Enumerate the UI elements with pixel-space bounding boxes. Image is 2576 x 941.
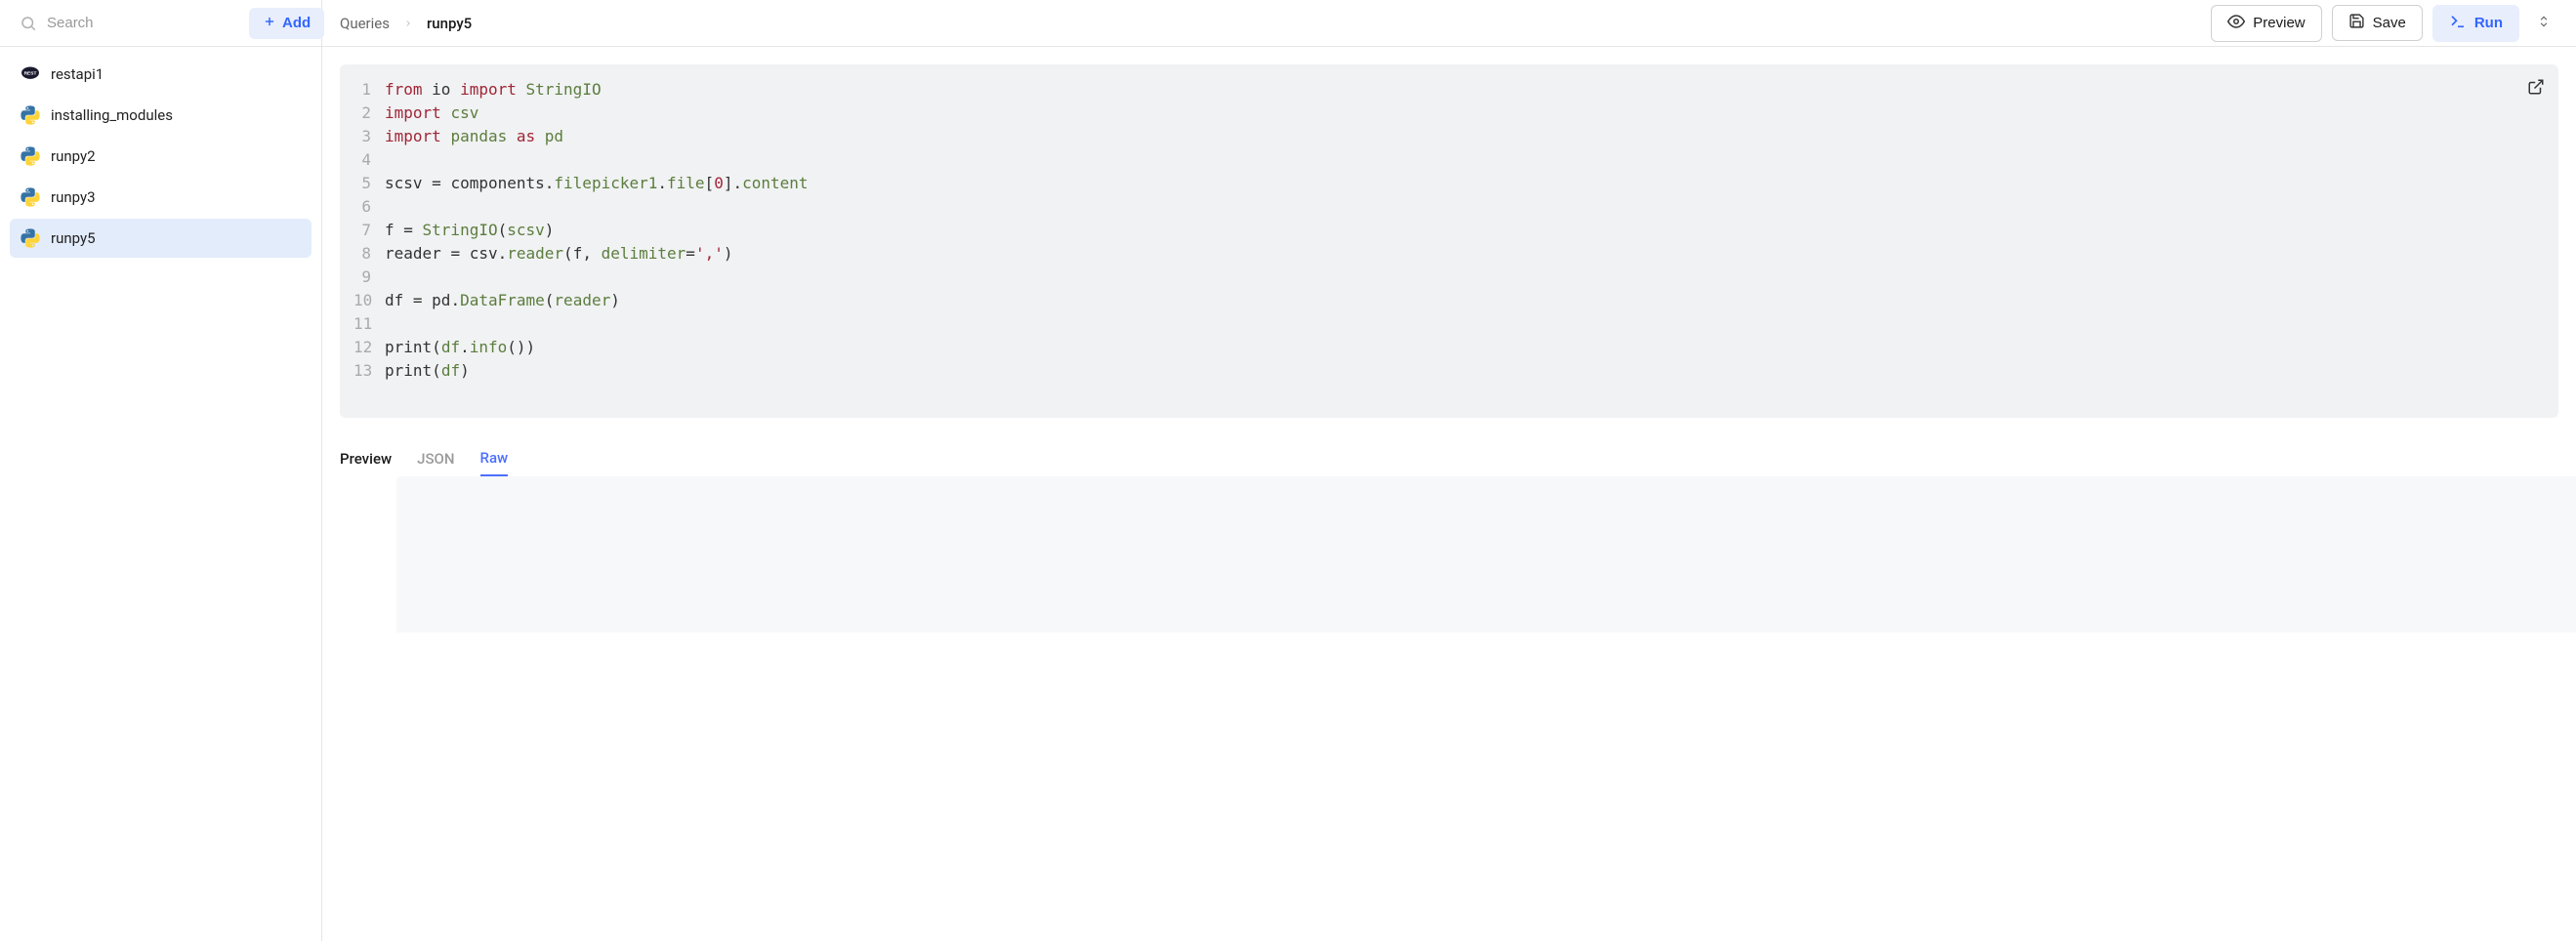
code-line: 1from io import StringIO xyxy=(353,78,2523,102)
topbar: Queries runpy5 Preview Save xyxy=(322,0,2576,47)
sidebar-item-runpy2[interactable]: runpy2 xyxy=(10,137,312,176)
sidebar-item-restapi1[interactable]: REST restapi1 xyxy=(10,55,312,94)
breadcrumb-root[interactable]: Queries xyxy=(340,15,390,32)
save-button[interactable]: Save xyxy=(2332,5,2423,41)
code-line: 2import csv xyxy=(353,102,2523,125)
line-number: 9 xyxy=(353,266,385,289)
line-number: 1 xyxy=(353,78,385,102)
python-icon xyxy=(20,104,41,126)
search-icon xyxy=(18,13,39,34)
run-button[interactable]: Run xyxy=(2432,5,2519,42)
line-number: 11 xyxy=(353,312,385,336)
editor-area: 1from io import StringIO2import csv3impo… xyxy=(322,47,2576,435)
sidebar-header: Add xyxy=(0,0,321,47)
expand-toggle-button[interactable] xyxy=(2529,8,2558,38)
chevron-right-icon xyxy=(403,15,413,32)
code-line: 9 xyxy=(353,266,2523,289)
line-number: 12 xyxy=(353,336,385,359)
line-number: 13 xyxy=(353,359,385,383)
sidebar-item-installing_modules[interactable]: installing_modules xyxy=(10,96,312,135)
sidebar-item-runpy5[interactable]: runpy5 xyxy=(10,219,312,258)
code-line: 6 xyxy=(353,195,2523,219)
add-button-label: Add xyxy=(282,15,311,31)
save-icon xyxy=(2348,13,2365,33)
code-content: print(df) xyxy=(385,359,470,383)
main: Queries runpy5 Preview Save xyxy=(322,0,2576,941)
python-icon xyxy=(20,227,41,249)
sidebar-item-runpy3[interactable]: runpy3 xyxy=(10,178,312,217)
code-content xyxy=(385,312,395,336)
preview-button[interactable]: Preview xyxy=(2211,5,2321,42)
breadcrumb: Queries runpy5 xyxy=(340,15,472,32)
save-button-label: Save xyxy=(2373,15,2406,31)
code-editor[interactable]: 1from io import StringIO2import csv3impo… xyxy=(340,64,2558,418)
code-content: print(df.info()) xyxy=(385,336,535,359)
sidebar-item-label: restapi1 xyxy=(51,65,104,83)
search-wrap[interactable] xyxy=(10,7,249,40)
line-number: 4 xyxy=(353,148,385,172)
line-number: 2 xyxy=(353,102,385,125)
line-number: 3 xyxy=(353,125,385,148)
code-content xyxy=(385,148,395,172)
code-content: f = StringIO(scsv) xyxy=(385,219,554,242)
python-icon xyxy=(20,145,41,167)
sidebar-item-label: runpy3 xyxy=(51,188,96,206)
plus-icon xyxy=(263,15,276,32)
code-line: 8reader = csv.reader(f, delimiter=',') xyxy=(353,242,2523,266)
eye-icon xyxy=(2227,13,2245,34)
code-content: import pandas as pd xyxy=(385,125,563,148)
code-content xyxy=(385,266,395,289)
code-line: 3import pandas as pd xyxy=(353,125,2523,148)
code-line: 4 xyxy=(353,148,2523,172)
terminal-icon xyxy=(2449,13,2467,34)
python-icon xyxy=(20,186,41,208)
code-content xyxy=(385,195,395,219)
line-number: 6 xyxy=(353,195,385,219)
line-number: 7 xyxy=(353,219,385,242)
result-pane xyxy=(396,476,2576,633)
line-number: 5 xyxy=(353,172,385,195)
code-line: 13print(df) xyxy=(353,359,2523,383)
preview-button-label: Preview xyxy=(2253,15,2305,31)
code-line: 10df = pd.DataFrame(reader) xyxy=(353,289,2523,312)
code-content: import csv xyxy=(385,102,478,125)
line-number: 10 xyxy=(353,289,385,312)
sidebar: Add REST restapi1 installing_modules runpy2… xyxy=(0,0,322,941)
popout-icon[interactable] xyxy=(2527,78,2545,102)
sidebar-list: REST restapi1 installing_modules runpy2 runp… xyxy=(0,47,321,266)
code-line: 7f = StringIO(scsv) xyxy=(353,219,2523,242)
chevron-updown-icon xyxy=(2537,15,2551,31)
code-line: 11 xyxy=(353,312,2523,336)
search-input[interactable] xyxy=(47,15,241,31)
line-number: 8 xyxy=(353,242,385,266)
result-tabs: Preview JSON Raw xyxy=(322,435,2576,476)
rest-icon: REST xyxy=(20,63,41,85)
result-tab-raw[interactable]: Raw xyxy=(480,449,509,476)
code-line: 5scsv = components.filepicker1.file[0].c… xyxy=(353,172,2523,195)
code-content: scsv = components.filepicker1.file[0].co… xyxy=(385,172,809,195)
result-tab-preview[interactable]: Preview xyxy=(340,450,392,475)
sidebar-item-label: installing_modules xyxy=(51,106,173,124)
code-line: 12print(df.info()) xyxy=(353,336,2523,359)
code-content: reader = csv.reader(f, delimiter=',') xyxy=(385,242,732,266)
svg-text:REST: REST xyxy=(24,71,37,77)
sidebar-item-label: runpy2 xyxy=(51,147,96,165)
code-content: from io import StringIO xyxy=(385,78,602,102)
result-tab-json[interactable]: JSON xyxy=(417,450,454,475)
add-button[interactable]: Add xyxy=(249,8,324,39)
code-content: df = pd.DataFrame(reader) xyxy=(385,289,620,312)
run-button-label: Run xyxy=(2474,15,2503,31)
sidebar-item-label: runpy5 xyxy=(51,229,96,247)
breadcrumb-current: runpy5 xyxy=(427,15,472,32)
topbar-actions: Preview Save Run xyxy=(2211,5,2558,42)
